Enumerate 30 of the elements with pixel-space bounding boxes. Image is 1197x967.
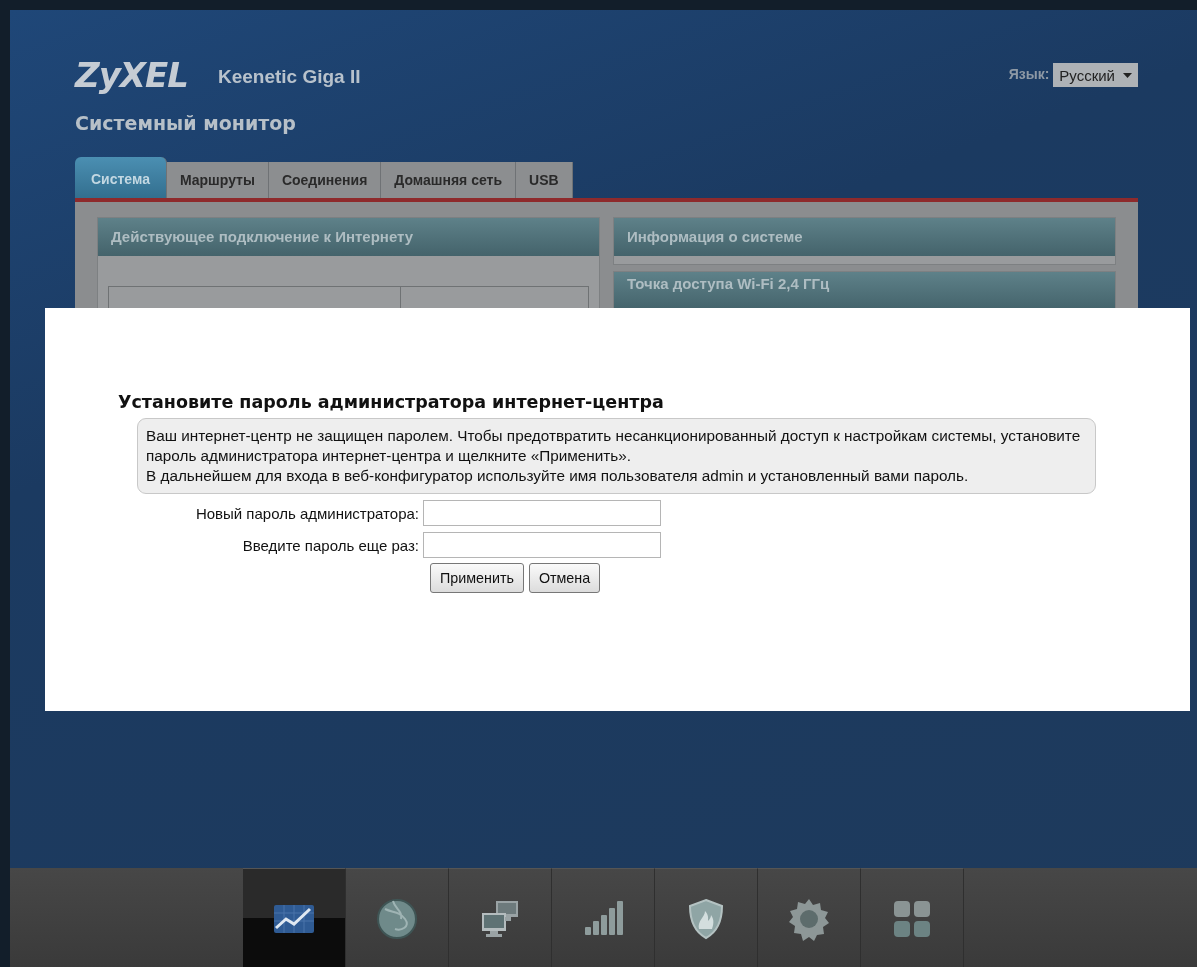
tab[interactable]: Маршруты [166,162,269,198]
nav-tab[interactable] [655,868,758,967]
language-label: Язык: [1008,66,1050,82]
nav-tab[interactable] [552,868,655,967]
field-label: Введите пароль еще раз: [241,536,420,554]
notice-text: Ваш интернет-центр не защищен паролем. Чтобы предотвратить несанкционированный доступ к настройкам системы, установите пароль администратора интернет-центра и щелкните «Применить». [146,426,1082,466]
caret-icon [1123,72,1132,78]
nav-tab[interactable] [346,868,449,967]
panel-title: Действующее подключение к Интернету [98,218,599,256]
panel-title: Точка доступа Wi-Fi 2,4 ГГц [614,272,1115,310]
panel-title: Информация о системе [614,218,1115,256]
page-title: Системный монитор [75,111,297,136]
nav-tab[interactable] [861,868,964,967]
field-label: Новый пароль администратора: [194,504,420,522]
nav-tab[interactable] [243,868,346,967]
nav-tab[interactable] [758,868,861,967]
brand-logo: ZyXEL [75,55,188,95]
nav-tab[interactable] [449,868,552,967]
password-field[interactable] [423,532,661,558]
model-name: Keenetic Giga II [217,66,361,88]
tab[interactable]: Домашняя сеть [381,162,516,198]
dialog-title: Установите пароль администратора интернет-центра [118,392,665,412]
language-dropdown[interactable]: Русский [1053,63,1138,87]
apply-button[interactable]: Применить [430,563,524,593]
password-field[interactable] [423,500,661,526]
cancel-button[interactable]: Отмена [528,563,601,593]
tab[interactable]: USB [516,162,573,198]
tab[interactable]: Система [75,157,167,198]
notice-text: В дальнейшем для входа в веб-конфигуратор используйте имя пользователя admin и установленный вами пароль. [146,466,970,486]
tab[interactable]: Соединения [268,162,382,198]
